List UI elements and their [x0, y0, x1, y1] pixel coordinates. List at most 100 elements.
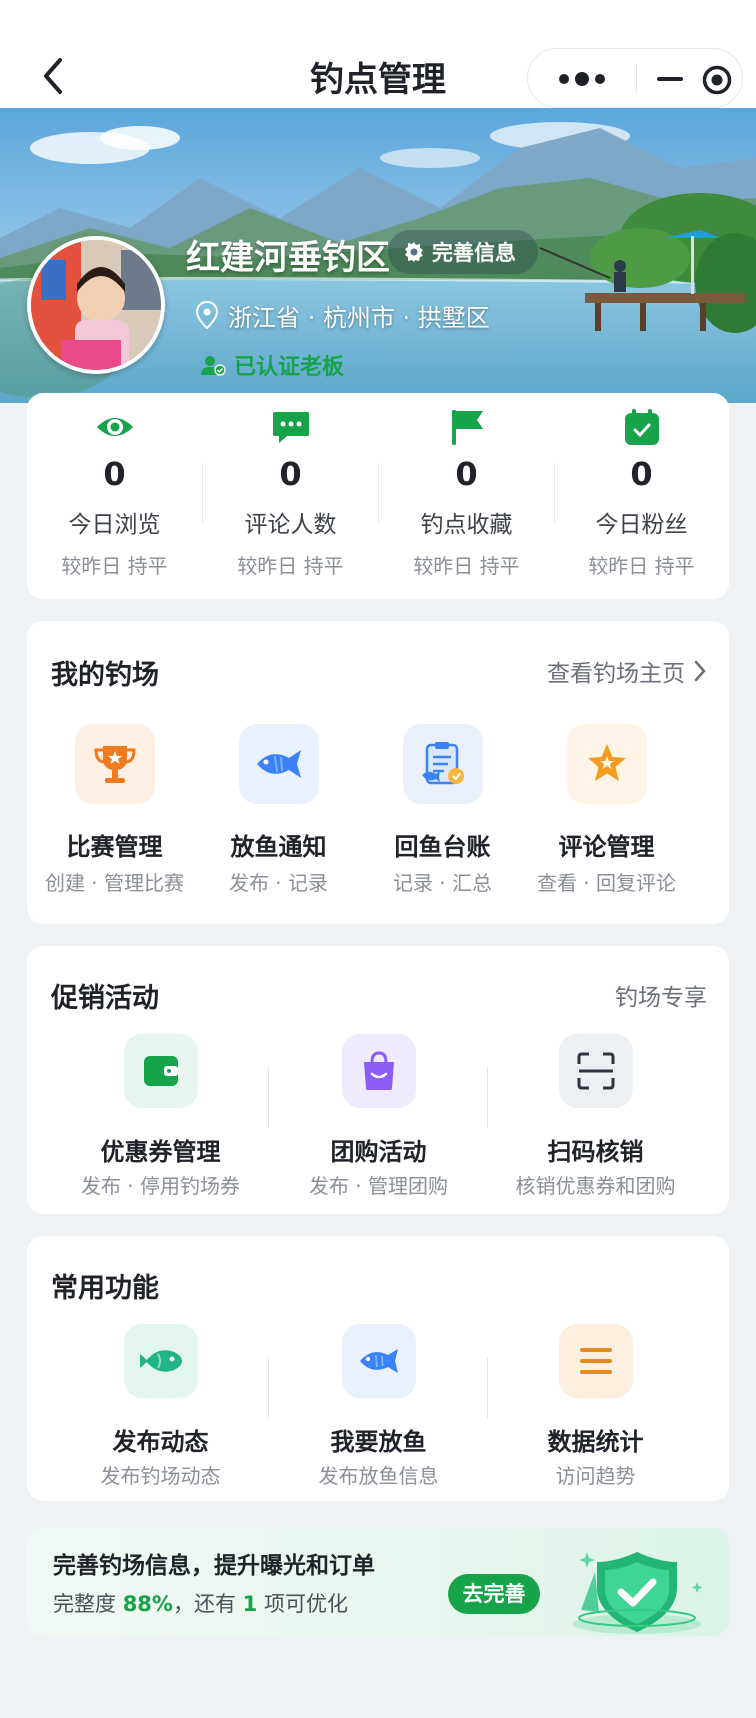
my-spot-card: 我的钓场 查看钓场主页 比赛管理 创建 · 管理比赛 放鱼通知 发布 · 记录 … [27, 621, 729, 924]
stat-compare: 较昨日 持平 [237, 554, 344, 578]
section-title: 常用功能 [51, 1273, 159, 1304]
mini-program-capsule [527, 48, 743, 108]
divider [268, 1068, 269, 1128]
common-functions-card: 常用功能 发布动态 发布钓场动态 我要放鱼 发布放鱼信息 数据统计 访问趋势 [27, 1236, 729, 1501]
item-name: 团购活动 [330, 1138, 427, 1166]
tile [123, 1034, 198, 1108]
menu-item-match-manage[interactable]: 比赛管理 创建 · 管理比赛 [27, 724, 202, 904]
stat-compare: 较昨日 持平 [413, 554, 520, 578]
completion-banner: 完善钓场信息，提升曝光和订单 完整度 88%，还有 1 项可优化 去完善 [27, 1528, 729, 1636]
promo-tag: 钓场专享 [615, 985, 707, 1011]
menu-item-release-notice[interactable]: 放鱼通知 发布 · 记录 [191, 724, 366, 904]
avatar-photo [31, 240, 161, 370]
stat-label: 钓点收藏 [420, 512, 513, 538]
completion-suffix: 项可优化 [263, 1592, 348, 1616]
stat-today-fans[interactable]: 0 今日粉丝 较昨日 持平 [554, 393, 729, 599]
complete-info-button[interactable]: 完善信息 [388, 230, 538, 274]
complete-info-label: 完善信息 [432, 241, 516, 265]
go-complete-button[interactable]: 去完善 [448, 1574, 540, 1614]
item-name: 放鱼通知 [230, 833, 327, 861]
item-desc: 核销优惠券和团购 [515, 1174, 676, 1198]
fish-icon [256, 750, 301, 778]
chevron-right-icon [694, 660, 706, 682]
completion-percent: 88% [122, 1592, 173, 1616]
stat-label: 今日浏览 [68, 512, 161, 538]
stat-label: 评论人数 [244, 512, 337, 538]
divider [487, 1068, 488, 1128]
stat-comments[interactable]: 0 评论人数 较昨日 持平 [203, 393, 378, 599]
tile [558, 1324, 633, 1398]
link-label: 查看钓场主页 [547, 661, 685, 687]
item-name: 比赛管理 [66, 833, 163, 861]
location-pin-icon [196, 301, 218, 329]
item-name: 我要放鱼 [330, 1428, 427, 1456]
calendar-check-icon [625, 409, 659, 445]
scan-icon [577, 1052, 614, 1090]
item-desc: 创建 · 管理比赛 [44, 871, 185, 895]
completion-middle: ，还有 [172, 1592, 236, 1616]
comment-icon [273, 412, 309, 443]
stat-favorites[interactable]: 0 钓点收藏 较昨日 持平 [379, 393, 554, 599]
section-title: 促销活动 [51, 983, 159, 1014]
menu-item-review-manage[interactable]: 评论管理 查看 · 回复评论 [519, 724, 694, 904]
clipboard-icon [421, 742, 464, 785]
divider [268, 1358, 269, 1418]
stat-value: 0 [455, 455, 478, 493]
stat-today-views[interactable]: 0 今日浏览 较昨日 持平 [27, 393, 202, 599]
close-target-icon[interactable] [702, 65, 732, 95]
item-name: 数据统计 [547, 1428, 644, 1456]
item-name: 扫码核销 [547, 1138, 644, 1166]
item-name: 评论管理 [558, 833, 655, 861]
trophy-icon [93, 746, 136, 783]
fish-post-icon [139, 1350, 182, 1372]
stat-value: 0 [279, 455, 302, 493]
fish-release-icon [359, 1349, 398, 1373]
shield-check-icon [573, 1552, 703, 1634]
minimize-icon[interactable] [656, 67, 684, 91]
item-desc: 发布钓场动态 [100, 1464, 221, 1488]
item-desc: 发布 · 管理团购 [308, 1174, 449, 1198]
item-desc: 发布 · 记录 [228, 871, 329, 895]
star-icon [587, 744, 626, 781]
capsule-divider [636, 65, 637, 93]
menu-item-fish-ledger[interactable]: 回鱼台账 记录 · 汇总 [355, 724, 530, 904]
completion-text: 完整度 88%，还有 1 项可优化 [53, 1588, 348, 1618]
location: 浙江省 · 杭州市 · 拱墅区 [196, 297, 490, 333]
tile [74, 724, 155, 804]
item-desc: 发布 · 停用钓场券 [80, 1174, 241, 1198]
item-name: 回鱼台账 [394, 833, 491, 861]
view-homepage-link[interactable]: 查看钓场主页 [547, 654, 707, 688]
item-name: 发布动态 [112, 1428, 209, 1456]
item-desc: 记录 · 汇总 [392, 871, 493, 895]
verified-badge: 已认证老板 [200, 350, 344, 380]
divider [487, 1358, 488, 1418]
stat-compare: 较昨日 持平 [61, 554, 168, 578]
eye-icon [97, 418, 133, 436]
wallet-icon [143, 1056, 178, 1086]
banner-title: 完善钓场信息，提升曝光和订单 [53, 1553, 375, 1579]
menu-lines-icon [579, 1348, 612, 1374]
item-desc: 访问趋势 [555, 1464, 636, 1488]
tile [558, 1034, 633, 1108]
tile [123, 1324, 198, 1398]
gear-icon [405, 242, 423, 262]
stat-value: 0 [103, 455, 126, 493]
section-title: 我的钓场 [51, 660, 159, 691]
flag-icon [452, 410, 483, 445]
item-name: 优惠券管理 [100, 1138, 221, 1166]
tile [238, 724, 319, 804]
stats-card: 0 今日浏览 较昨日 持平 0 评论人数 较昨日 持平 0 钓点收藏 较昨日 持… [27, 393, 729, 599]
nav-bar: 钓点管理 [0, 0, 756, 108]
completion-prefix: 完整度 [53, 1592, 116, 1616]
spot-name: 红建河垂钓区 [186, 238, 390, 278]
tile [566, 724, 647, 804]
stat-label: 今日粉丝 [595, 512, 688, 538]
promo-card: 促销活动 钓场专享 优惠券管理 发布 · 停用钓场券 团购活动 发布 · 管理团… [27, 946, 729, 1214]
location-text: 浙江省 · 杭州市 · 拱墅区 [228, 303, 490, 332]
avatar[interactable] [27, 236, 165, 374]
tile [402, 724, 483, 804]
verified-user-icon [201, 356, 226, 376]
item-desc: 发布放鱼信息 [318, 1464, 439, 1488]
stat-compare: 较昨日 持平 [588, 554, 695, 578]
more-icon[interactable] [550, 67, 614, 91]
